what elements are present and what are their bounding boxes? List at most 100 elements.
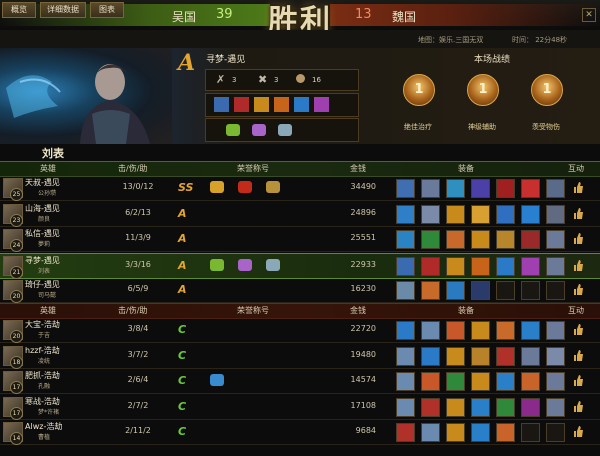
item-slot[interactable] xyxy=(496,230,515,249)
item-slot[interactable] xyxy=(521,281,540,300)
item-slot[interactable] xyxy=(521,179,540,198)
item-slot[interactable] xyxy=(546,423,565,442)
item-slot[interactable] xyxy=(521,204,540,224)
item-slot[interactable] xyxy=(421,423,440,442)
item-slot[interactable] xyxy=(421,321,440,340)
item-slot[interactable] xyxy=(521,372,540,391)
item-slot[interactable] xyxy=(421,179,440,198)
item-slot[interactable] xyxy=(471,204,490,224)
item-slot[interactable] xyxy=(446,179,465,198)
like-icon[interactable] xyxy=(572,349,584,362)
item-slot[interactable] xyxy=(396,372,415,391)
item-slot[interactable] xyxy=(446,281,465,300)
time-info: 时间： 22分48秒 xyxy=(512,36,568,44)
player-row[interactable]: 20 大宝-浩劫 于吉 3/8/4 C 22720 xyxy=(0,318,600,343)
like-icon[interactable] xyxy=(572,259,584,272)
like-icon[interactable] xyxy=(572,323,584,336)
item-slot[interactable] xyxy=(546,372,565,391)
item-slot[interactable] xyxy=(546,346,565,366)
item-slot[interactable] xyxy=(521,397,540,417)
item-slot[interactable] xyxy=(471,179,490,198)
player-row[interactable]: 14 Alwz-浩劫 曹植 2/11/2 C 9684 xyxy=(0,420,600,445)
like-icon[interactable] xyxy=(572,283,584,296)
item-slot[interactable] xyxy=(446,321,465,340)
hero-stat-kills: 3 xyxy=(232,76,237,84)
item-slot[interactable] xyxy=(396,256,415,276)
item-slot[interactable] xyxy=(446,346,465,366)
player-row[interactable]: 24 私信-遇见 夢莉 11/3/9 A 25551 xyxy=(0,227,600,252)
tab-details[interactable]: 详细数据 xyxy=(40,2,86,18)
item-slot[interactable] xyxy=(496,321,515,340)
item-slot[interactable] xyxy=(471,230,490,249)
item-slot[interactable] xyxy=(421,281,440,300)
item-slot[interactable] xyxy=(421,204,440,224)
like-icon[interactable] xyxy=(572,425,584,438)
item-slot[interactable] xyxy=(546,397,565,417)
item-slot[interactable] xyxy=(496,256,515,276)
item-slot[interactable] xyxy=(546,230,565,249)
item-slot[interactable] xyxy=(521,321,540,340)
team1-header: 英雄 击/伤/助 荣誉称号 金钱 装备 互动 xyxy=(0,161,600,177)
item-slot[interactable] xyxy=(496,204,515,224)
item-slot[interactable] xyxy=(421,372,440,391)
item-slot[interactable] xyxy=(471,397,490,417)
right-team-name: 魏国 xyxy=(392,10,417,24)
item-slot[interactable] xyxy=(446,256,465,276)
item-slot[interactable] xyxy=(496,397,515,417)
item-slot[interactable] xyxy=(396,397,415,417)
item-slot[interactable] xyxy=(446,423,465,442)
item-slot[interactable] xyxy=(396,346,415,366)
item-slot[interactable] xyxy=(546,179,565,198)
item-slot[interactable] xyxy=(421,256,440,276)
col-gold: 金钱 xyxy=(350,306,366,315)
tab-overview[interactable]: 概览 xyxy=(2,2,36,18)
item-slot[interactable] xyxy=(496,372,515,391)
player-row[interactable]: 18 hzzf-浩劫 凌统 3/7/2 C 19480 xyxy=(0,344,600,369)
item-slot[interactable] xyxy=(546,281,565,300)
item-slot[interactable] xyxy=(471,321,490,340)
item-slot[interactable] xyxy=(471,423,490,442)
player-row[interactable]: 21 寻梦-遇见 刘表 3/3/16 A 22933 xyxy=(0,252,600,279)
item-slot[interactable] xyxy=(546,256,565,276)
item-slot[interactable] xyxy=(471,281,490,300)
item-slot[interactable] xyxy=(421,346,440,366)
like-icon[interactable] xyxy=(572,181,584,194)
close-icon[interactable]: ✕ xyxy=(582,8,596,22)
item-slot[interactable] xyxy=(521,230,540,249)
item-slot[interactable] xyxy=(421,230,440,249)
tab-charts[interactable]: 图表 xyxy=(90,2,124,18)
item-slot[interactable] xyxy=(496,346,515,366)
item-slot[interactable] xyxy=(471,346,490,366)
item-slot[interactable] xyxy=(546,204,565,224)
item-slot[interactable] xyxy=(446,230,465,249)
item-slot[interactable] xyxy=(396,281,415,300)
player-row[interactable]: 17 肥抓-浩劫 孔融 2/6/4 C 14574 xyxy=(0,369,600,394)
player-row[interactable]: 25 天叔-遇见 公孙瓒 13/0/12 SS 34490 xyxy=(0,176,600,201)
item-slot[interactable] xyxy=(421,397,440,417)
item-slot[interactable] xyxy=(446,397,465,417)
item-slot[interactable] xyxy=(396,179,415,198)
player-row[interactable]: 17 寒战-浩劫 梦*许褚 2/7/2 C 17108 xyxy=(0,395,600,420)
item-slot[interactable] xyxy=(396,204,415,224)
item-slot[interactable] xyxy=(396,230,415,249)
player-row[interactable]: 20 琦仔-遇见 司马懿 6/5/9 A 16230 xyxy=(0,278,600,303)
item-slot[interactable] xyxy=(471,372,490,391)
item-slot[interactable] xyxy=(471,256,490,276)
item-slot[interactable] xyxy=(446,204,465,224)
item-slot[interactable] xyxy=(496,423,515,442)
item-slot[interactable] xyxy=(546,321,565,340)
item-slot[interactable] xyxy=(446,372,465,391)
item-slot[interactable] xyxy=(521,256,540,276)
item-slot[interactable] xyxy=(521,423,540,442)
item-slot[interactable] xyxy=(496,281,515,300)
col-hero: 英雄 xyxy=(40,306,56,315)
like-icon[interactable] xyxy=(572,374,584,387)
item-slot[interactable] xyxy=(396,321,415,340)
item-slot[interactable] xyxy=(496,179,515,198)
like-icon[interactable] xyxy=(572,232,584,245)
like-icon[interactable] xyxy=(572,207,584,220)
item-slot[interactable] xyxy=(396,423,415,442)
item-slot[interactable] xyxy=(521,346,540,366)
like-icon[interactable] xyxy=(572,400,584,413)
player-row[interactable]: 23 山海-遇见 颜良 6/2/13 A 24896 xyxy=(0,202,600,227)
